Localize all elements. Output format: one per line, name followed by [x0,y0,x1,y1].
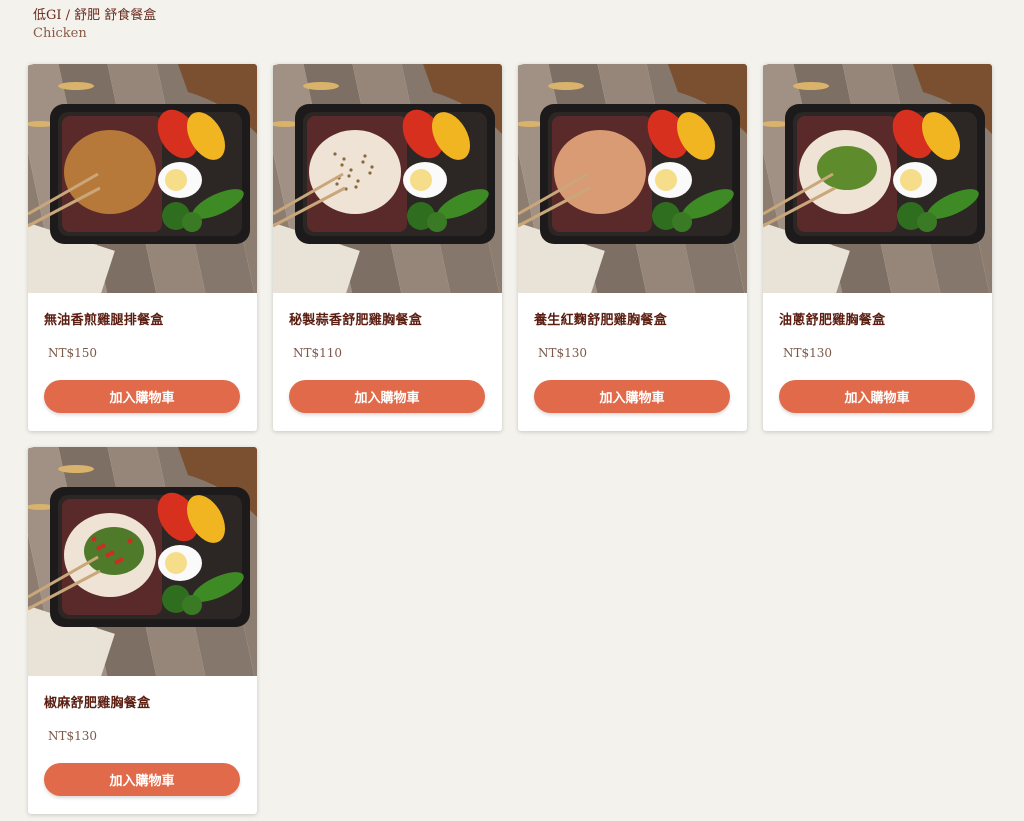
garlic-flakes [354,185,358,189]
product-photo[interactable] [763,64,992,293]
product-name[interactable]: 秘製蒜香舒肥雞胸餐盒 [289,309,422,328]
chili-bits [105,552,111,558]
dried-grass [58,82,94,90]
product-name[interactable]: 油蔥舒肥雞胸餐盒 [779,309,885,328]
add-to-cart-button[interactable]: 加入購物車 [779,380,975,413]
category-subtitle: Chicken [33,26,87,41]
product-card[interactable]: 無油香煎雞腿排餐盒 NT$150 加入購物車 [28,64,257,431]
add-to-cart-button[interactable]: 加入購物車 [534,380,730,413]
garlic-flakes [356,179,360,183]
product-name[interactable]: 無油香煎雞腿排餐盒 [44,309,164,328]
garlic-flakes [333,152,337,156]
dried-grass [58,465,94,473]
egg-yolk [165,169,187,191]
product-price: NT$130 [48,729,98,743]
add-to-cart-button[interactable]: 加入購物車 [44,763,240,796]
chili-bits [91,536,97,542]
chili-bits [114,559,120,565]
garlic-flakes [370,165,374,169]
chili-bits [96,545,102,551]
garlic-flakes [342,157,346,161]
garlic-flakes [347,174,351,178]
egg-yolk [900,169,922,191]
broccoli [182,212,202,232]
product-photo[interactable] [273,64,502,293]
garlic-flakes [340,163,344,167]
dried-grass [793,82,829,90]
scallion-topping [817,146,877,190]
broccoli [427,212,447,232]
egg-yolk [655,169,677,191]
product-photo[interactable] [28,64,257,293]
product-photo[interactable] [28,447,257,676]
product-photo[interactable] [518,64,747,293]
product-card[interactable]: 養生紅麴舒肥雞胸餐盒 NT$130 加入購物車 [518,64,747,431]
product-card[interactable]: 油蔥舒肥雞胸餐盒 NT$130 加入購物車 [763,64,992,431]
product-name[interactable]: 養生紅麴舒肥雞胸餐盒 [534,309,667,328]
garlic-flakes [361,160,365,164]
chili-bits [127,538,133,544]
dried-grass [548,82,584,90]
product-card[interactable]: 椒麻舒肥雞胸餐盒 NT$130 加入購物車 [28,447,257,814]
product-name[interactable]: 椒麻舒肥雞胸餐盒 [44,692,150,711]
product-price: NT$130 [538,346,588,360]
product-card[interactable]: 秘製蒜香舒肥雞胸餐盒 NT$110 加入購物車 [273,64,502,431]
broccoli [917,212,937,232]
add-to-cart-button[interactable]: 加入購物車 [289,380,485,413]
product-price: NT$110 [293,346,343,360]
garlic-flakes [335,182,339,186]
egg-yolk [165,552,187,574]
egg-yolk [410,169,432,191]
product-price: NT$150 [48,346,98,360]
add-to-cart-button[interactable]: 加入購物車 [44,380,240,413]
product-price: NT$130 [783,346,833,360]
product-listing-page: 低GI / 舒肥 舒食餐盒 Chicken 無油香煎雞腿排餐盒 NT$150 加… [0,0,1024,821]
breadcrumb[interactable]: 低GI / 舒肥 舒食餐盒 [33,7,156,25]
product-grid: 無油香煎雞腿排餐盒 NT$150 加入購物車 秘製蒜香舒肥雞胸餐盒 NT$110… [28,64,998,814]
garlic-flakes [368,171,372,175]
broccoli [182,595,202,615]
broccoli [672,212,692,232]
page-header: 低GI / 舒肥 舒食餐盒 Chicken [33,7,156,43]
garlic-flakes [363,154,367,158]
pepper-topping [84,527,144,575]
garlic-flakes [349,168,353,172]
dried-grass [303,82,339,90]
